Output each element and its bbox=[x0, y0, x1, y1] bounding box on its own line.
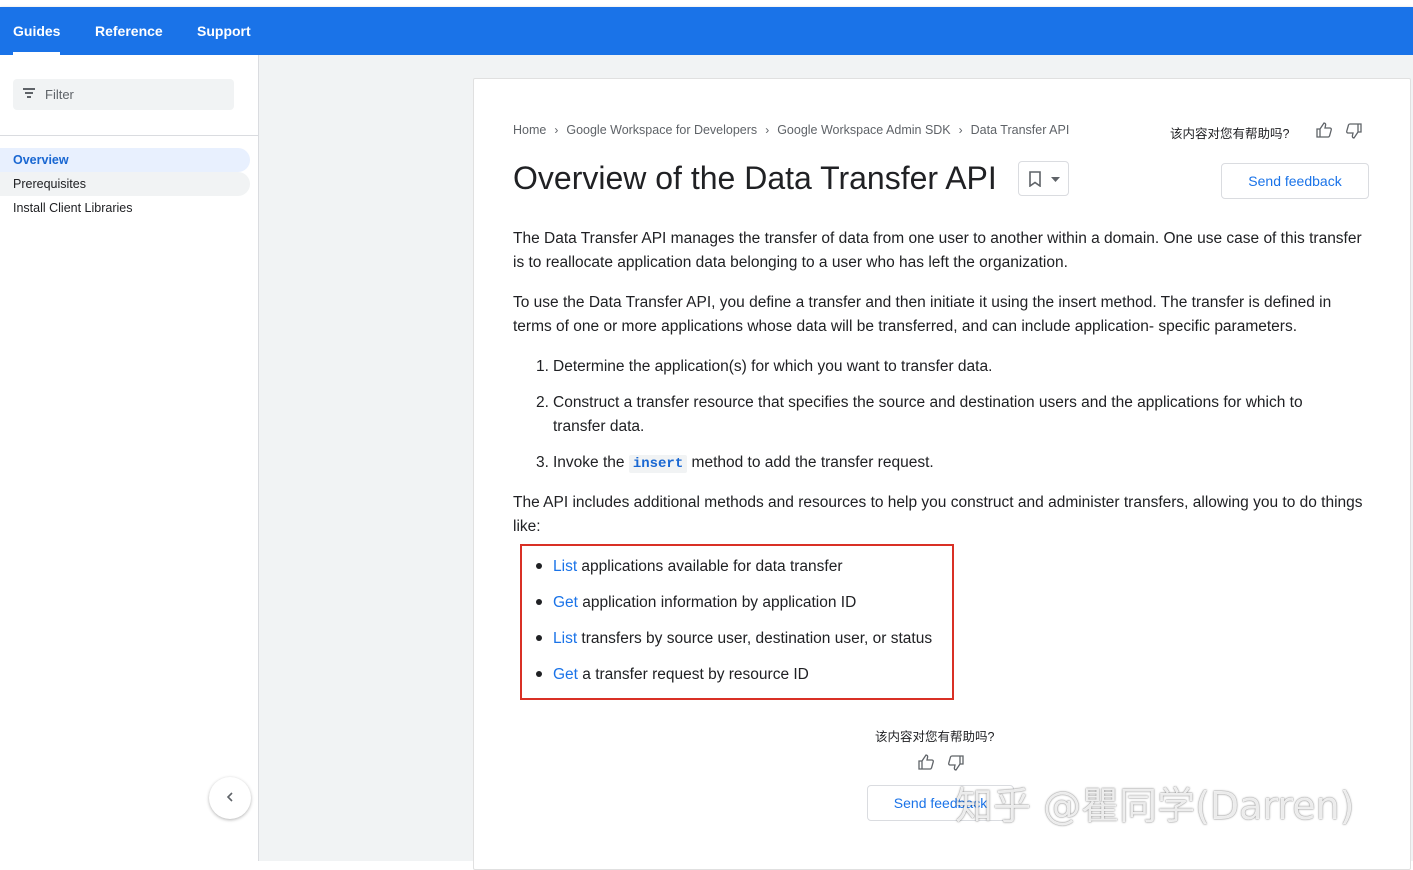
step-text: Determine the application(s) for which y… bbox=[553, 358, 993, 375]
intro-paragraph-2: To use the Data Transfer API, you define… bbox=[513, 294, 1332, 335]
method-item: List applications available for data tra… bbox=[553, 555, 1353, 579]
method-item: Get a transfer request by resource ID bbox=[553, 663, 1353, 687]
method-item: Get application information by applicati… bbox=[553, 591, 1353, 615]
bookmark-button[interactable] bbox=[1018, 161, 1069, 196]
methods-intro-paragraph: The API includes additional methods and … bbox=[513, 494, 1363, 535]
filter-box[interactable] bbox=[13, 79, 234, 110]
breadcrumb: Home › Google Workspace for Developers › Goo… bbox=[513, 123, 1069, 137]
breadcrumb-home[interactable]: Home bbox=[513, 123, 546, 137]
page-title: Overview of the Data Transfer API bbox=[513, 160, 997, 196]
method-link-list[interactable]: List bbox=[553, 558, 577, 575]
send-feedback-button[interactable]: Send feedback bbox=[1221, 163, 1369, 199]
filter-input[interactable] bbox=[45, 79, 225, 110]
top-nav-bar: Guides Reference Support bbox=[0, 7, 1413, 55]
sidebar-item-overview[interactable]: Overview bbox=[0, 148, 250, 172]
sidebar-divider bbox=[0, 135, 258, 136]
method-link-get[interactable]: Get bbox=[553, 594, 578, 611]
helpful-prompt-bottom: 该内容对您有帮助吗? bbox=[875, 730, 995, 744]
bullet-icon bbox=[536, 563, 542, 569]
chevron-right-icon: › bbox=[958, 123, 963, 137]
filter-icon bbox=[23, 88, 35, 98]
insert-method-link[interactable]: insert bbox=[628, 455, 688, 473]
method-description: transfers by source user, destination us… bbox=[577, 630, 933, 647]
thumb-down-icon[interactable] bbox=[1345, 122, 1363, 140]
top-strip bbox=[0, 0, 1413, 7]
helpful-prompt-top: 该内容对您有帮助吗? bbox=[1170, 127, 1290, 141]
sidebar: Overview Prerequisites Install Client Li… bbox=[0, 55, 259, 861]
sidebar-item-prerequisites[interactable]: Prerequisites bbox=[0, 172, 250, 196]
bookmark-icon bbox=[1029, 171, 1041, 187]
collapse-sidebar-button[interactable] bbox=[209, 777, 251, 819]
thumb-up-icon[interactable] bbox=[1315, 121, 1333, 139]
tab-reference[interactable]: Reference bbox=[95, 7, 163, 55]
breadcrumb-admin-sdk[interactable]: Google Workspace Admin SDK bbox=[777, 123, 950, 137]
method-description: applications available for data transfer bbox=[577, 558, 843, 575]
thumb-down-icon[interactable] bbox=[947, 754, 965, 772]
method-link-list[interactable]: List bbox=[553, 630, 577, 647]
step-number: 1. bbox=[536, 358, 549, 375]
chevron-right-icon: › bbox=[554, 123, 559, 137]
caret-down-icon bbox=[1051, 177, 1060, 182]
step-number: 2. bbox=[536, 394, 549, 411]
thumb-up-icon[interactable] bbox=[917, 753, 935, 771]
method-description: application information by application I… bbox=[577, 594, 857, 611]
watermark: 知乎 @瞿同学(Darren) bbox=[955, 784, 1355, 828]
bullet-icon bbox=[536, 635, 542, 641]
intro-paragraph-1: The Data Transfer API manages the transf… bbox=[513, 230, 1362, 271]
step-text-prefix: Invoke the bbox=[553, 454, 629, 471]
chevron-left-icon bbox=[226, 792, 233, 802]
breadcrumb-workspace-developers[interactable]: Google Workspace for Developers bbox=[566, 123, 757, 137]
sidebar-item-install-client-libraries[interactable]: Install Client Libraries bbox=[0, 196, 250, 220]
bullet-icon bbox=[536, 599, 542, 605]
tab-guides[interactable]: Guides bbox=[13, 7, 61, 55]
step-text-suffix: method to add the transfer request. bbox=[687, 454, 934, 471]
tab-support[interactable]: Support bbox=[197, 7, 251, 55]
breadcrumb-data-transfer-api[interactable]: Data Transfer API bbox=[971, 123, 1070, 137]
bullet-icon bbox=[536, 671, 542, 677]
method-item: List transfers by source user, destinati… bbox=[553, 627, 1353, 651]
method-link-get[interactable]: Get bbox=[553, 666, 578, 683]
step-text: Construct a transfer resource that speci… bbox=[553, 394, 1303, 435]
method-description: a transfer request by resource ID bbox=[577, 666, 809, 683]
step-number: 3. bbox=[536, 454, 549, 471]
chevron-right-icon: › bbox=[765, 123, 770, 137]
step-text: Invoke the insert method to add the tran… bbox=[553, 451, 1353, 476]
